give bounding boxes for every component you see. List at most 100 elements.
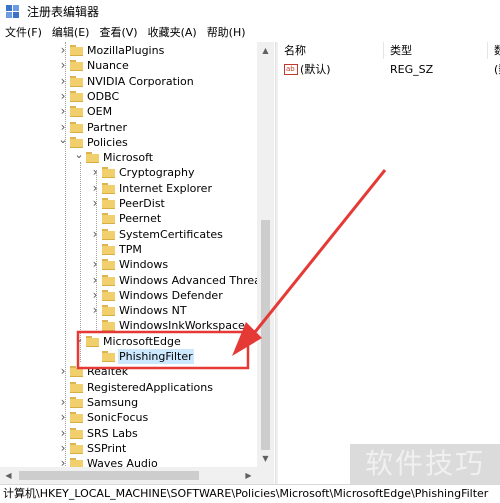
scroll-right-icon[interactable]: ▶ bbox=[240, 467, 257, 484]
folder-icon bbox=[70, 45, 83, 56]
tree-node[interactable]: › Windows NT bbox=[0, 303, 260, 318]
expand-chevron-icon[interactable]: › bbox=[90, 196, 100, 211]
tree-node[interactable]: › Samsung bbox=[0, 395, 260, 410]
tree-node-label: MicrosoftEdge bbox=[103, 334, 181, 348]
tree-node-label: Policies bbox=[87, 135, 128, 149]
tree-node-label: PeerDist bbox=[119, 197, 165, 210]
registry-editor-icon bbox=[5, 3, 21, 19]
tree-node[interactable]: ⌄ Policies bbox=[0, 134, 260, 150]
tree-node-label: ODBC bbox=[87, 89, 120, 103]
tree-node[interactable]: › Windows Advanced Threat P bbox=[0, 273, 274, 288]
scroll-up-icon[interactable]: ▲ bbox=[257, 42, 274, 59]
tree-node[interactable]: PhishingFilter bbox=[0, 349, 260, 364]
tree-node-label: SonicFocus bbox=[87, 411, 149, 425]
scroll-down-icon[interactable]: ▼ bbox=[257, 450, 274, 467]
window-title: 注册表编辑器 bbox=[27, 4, 100, 19]
tree-node-label: PhishingFilter bbox=[118, 349, 194, 364]
expand-chevron-icon[interactable]: › bbox=[58, 74, 68, 89]
menu-help[interactable]: 帮助(H) bbox=[202, 24, 251, 40]
expand-chevron-icon[interactable]: › bbox=[90, 303, 100, 318]
tree-node[interactable]: WindowsInkWorkspace bbox=[0, 318, 260, 333]
column-header-type[interactable]: 类型 bbox=[384, 42, 488, 59]
tree-node-label: OEM bbox=[87, 105, 113, 119]
tree-node[interactable]: Peernet bbox=[0, 211, 260, 226]
tree-horizontal-scrollbar[interactable]: ◀ ▶ bbox=[0, 467, 274, 484]
tree-node[interactable]: › Cryptography bbox=[0, 165, 260, 180]
folder-icon bbox=[70, 136, 83, 148]
tree-node[interactable]: › SonicFocus bbox=[0, 410, 260, 425]
folder-icon bbox=[86, 335, 99, 347]
folder-icon bbox=[102, 167, 115, 179]
folder-icon bbox=[102, 213, 115, 225]
column-header-name[interactable]: 名称 bbox=[278, 42, 384, 59]
tree-node[interactable]: ⌄ MicrosoftEdge bbox=[0, 333, 260, 349]
tree-node[interactable]: › Realtek bbox=[0, 364, 260, 379]
menu-edit[interactable]: 编辑(E) bbox=[47, 24, 95, 40]
tree-node-label: Windows bbox=[119, 258, 169, 272]
tree-node-label: Windows NT bbox=[119, 304, 187, 318]
folder-icon bbox=[70, 90, 83, 102]
tree-node[interactable]: RegisteredApplications bbox=[0, 380, 260, 395]
tree-node[interactable]: › SystemCertificates bbox=[0, 227, 260, 242]
folder-icon bbox=[102, 305, 115, 317]
values-list: 名称 类型 数据 ab (默认) REG_SZ (数值未设置) bbox=[278, 42, 500, 484]
menu-view[interactable]: 查看(V) bbox=[94, 24, 142, 40]
collapse-chevron-icon[interactable]: ⌄ bbox=[74, 333, 84, 349]
tree-vertical-scrollbar[interactable]: ▲ ▼ bbox=[257, 42, 274, 467]
expand-chevron-icon[interactable]: › bbox=[90, 288, 100, 303]
tree-node[interactable]: TPM bbox=[0, 242, 260, 257]
expand-chevron-icon[interactable]: › bbox=[58, 58, 68, 73]
menu-file[interactable]: 文件(F) bbox=[0, 24, 47, 40]
folder-icon bbox=[86, 152, 99, 164]
expand-chevron-icon[interactable]: › bbox=[90, 257, 100, 272]
tree-node-label: NVIDIA Corporation bbox=[87, 74, 194, 88]
no-expander bbox=[90, 318, 100, 333]
folder-icon bbox=[102, 259, 115, 271]
tree-node-label: Partner bbox=[87, 120, 127, 134]
tree-node[interactable]: › OEM bbox=[0, 104, 260, 119]
tree-node[interactable]: › SSPrint bbox=[0, 441, 260, 456]
column-header-data[interactable]: 数据 bbox=[488, 42, 500, 59]
tree-node[interactable]: › Windows Defender bbox=[0, 288, 260, 303]
scroll-left-icon[interactable]: ◀ bbox=[0, 467, 17, 484]
tree-node[interactable]: › Internet Explorer bbox=[0, 181, 260, 196]
expand-chevron-icon[interactable]: › bbox=[90, 227, 100, 242]
expand-chevron-icon[interactable]: › bbox=[90, 165, 100, 180]
expand-chevron-icon[interactable]: › bbox=[58, 395, 68, 410]
expand-chevron-icon[interactable]: › bbox=[58, 89, 68, 104]
expand-chevron-icon[interactable]: › bbox=[58, 43, 68, 58]
collapse-chevron-icon[interactable]: ⌄ bbox=[58, 134, 68, 150]
registry-key-tree[interactable]: › MozillaPlugins › Nuance › NVIDIA Corporatio… bbox=[0, 42, 274, 484]
tree-node-label: Nuance bbox=[87, 59, 129, 73]
expand-chevron-icon[interactable]: › bbox=[58, 364, 68, 379]
expand-chevron-icon[interactable]: › bbox=[90, 181, 100, 196]
folder-icon bbox=[70, 366, 83, 378]
expand-chevron-icon[interactable]: › bbox=[58, 410, 68, 425]
folder-icon bbox=[70, 381, 83, 393]
string-value-icon: ab bbox=[284, 64, 298, 75]
scroll-thumb[interactable] bbox=[261, 220, 270, 450]
tree-node-label: Windows Defender bbox=[119, 288, 223, 302]
tree-node[interactable]: ⌄ Microsoft bbox=[0, 149, 260, 165]
tree-node[interactable]: › Windows bbox=[0, 257, 260, 272]
tree-node-label: Realtek bbox=[87, 365, 129, 379]
menu-favorites[interactable]: 收藏夹(A) bbox=[143, 24, 202, 40]
expand-chevron-icon[interactable]: › bbox=[58, 426, 68, 441]
folder-icon bbox=[102, 320, 115, 332]
folder-icon bbox=[102, 351, 115, 362]
tree-node[interactable]: › SRS Labs bbox=[0, 426, 260, 441]
tree-node[interactable]: › MozillaPlugins bbox=[0, 43, 260, 58]
hscroll-thumb[interactable] bbox=[19, 471, 199, 480]
expand-chevron-icon[interactable]: › bbox=[90, 273, 100, 288]
tree-node[interactable]: › PeerDist bbox=[0, 196, 260, 211]
expand-chevron-icon[interactable]: › bbox=[58, 104, 68, 119]
folder-icon bbox=[70, 75, 83, 87]
collapse-chevron-icon[interactable]: ⌄ bbox=[74, 149, 84, 165]
tree-node[interactable]: › NVIDIA Corporation bbox=[0, 74, 260, 89]
folder-icon bbox=[102, 228, 115, 240]
value-row[interactable]: ab (默认) REG_SZ (数值未设置) bbox=[278, 62, 500, 78]
expand-chevron-icon[interactable]: › bbox=[58, 441, 68, 456]
tree-node[interactable]: › Partner bbox=[0, 120, 260, 135]
tree-node[interactable]: › ODBC bbox=[0, 89, 260, 104]
tree-node[interactable]: › Nuance bbox=[0, 58, 260, 73]
